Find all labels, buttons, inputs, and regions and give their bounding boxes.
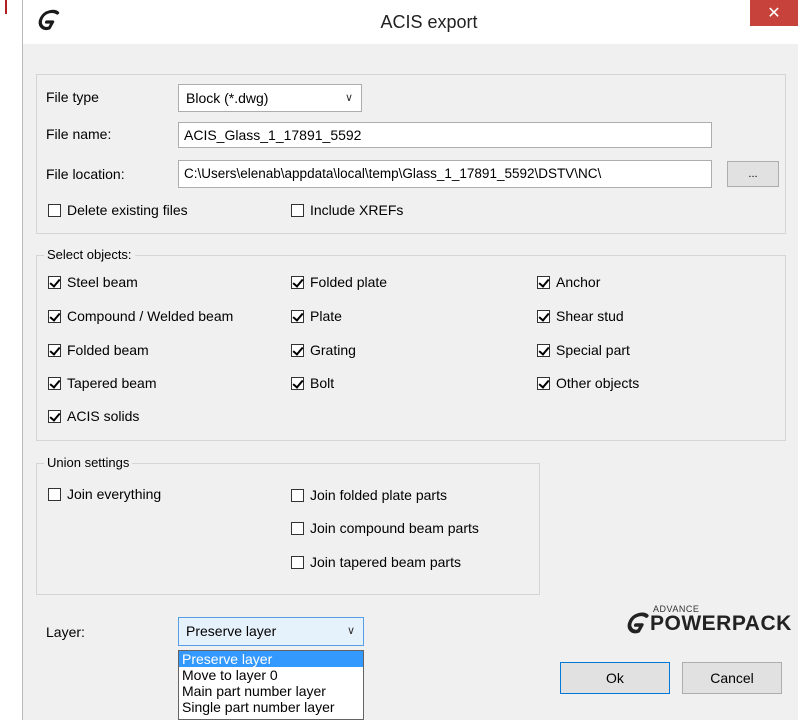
checkbox-label: Join compound beam parts xyxy=(310,520,479,536)
cancel-button[interactable]: Cancel xyxy=(682,662,782,694)
checkbox-box xyxy=(291,309,304,323)
checkbox-box xyxy=(537,275,550,289)
checkbox-box xyxy=(537,343,550,357)
plate-checkbox[interactable]: Plate xyxy=(291,308,342,324)
steel-beam-checkbox[interactable]: Steel beam xyxy=(48,274,138,290)
checkbox-label: Tapered beam xyxy=(67,375,157,391)
file-type-label: File type xyxy=(46,89,99,105)
checkbox-label: Anchor xyxy=(556,274,601,290)
checkbox-label: Plate xyxy=(310,308,342,324)
layer-dropdown-list: Preserve layer Move to layer 0 Main part… xyxy=(178,650,364,720)
anchor-checkbox[interactable]: Anchor xyxy=(537,274,600,290)
chevron-down-icon: ∨ xyxy=(344,92,353,104)
file-name-input[interactable]: ACIS_Glass_1_17891_5592 xyxy=(178,122,712,148)
checkbox-label: Folded beam xyxy=(67,342,149,358)
delete-existing-checkbox[interactable]: Delete existing files xyxy=(48,202,188,218)
acis-solids-checkbox[interactable]: ACIS solids xyxy=(48,408,139,424)
checkbox-label: Compound / Welded beam xyxy=(67,308,234,324)
file-location-label: File location: xyxy=(46,166,125,182)
checkbox-box xyxy=(291,203,304,217)
file-location-input[interactable]: C:\Users\elenab\appdata\local\temp\Glass… xyxy=(178,160,712,188)
checkbox-box xyxy=(291,488,304,502)
join-compound-beam-parts-checkbox[interactable]: Join compound beam parts xyxy=(291,520,479,536)
tapered-beam-checkbox[interactable]: Tapered beam xyxy=(48,375,157,391)
checkbox-box xyxy=(48,309,61,323)
checkbox-box xyxy=(48,376,61,390)
checkbox-box xyxy=(291,555,304,569)
include-xrefs-label: Include XREFs xyxy=(310,202,404,218)
checkbox-box xyxy=(48,343,61,357)
brand-big-text: POWERPACK xyxy=(650,612,792,635)
checkbox-box xyxy=(291,521,304,535)
advance-powerpack-logo: ADVANCE POWERPACK xyxy=(620,604,792,640)
checkbox-label: ACIS solids xyxy=(67,408,140,424)
checkbox-box xyxy=(291,343,304,357)
other-objects-checkbox[interactable]: Other objects xyxy=(537,375,639,391)
bolt-checkbox[interactable]: Bolt xyxy=(291,375,334,391)
checkbox-label: Join tapered beam parts xyxy=(310,554,461,570)
join-tapered-beam-parts-checkbox[interactable]: Join tapered beam parts xyxy=(291,554,461,570)
checkbox-box xyxy=(291,376,304,390)
select-objects-legend: Select objects: xyxy=(44,248,135,262)
special-part-checkbox[interactable]: Special part xyxy=(537,342,630,358)
ok-button[interactable]: Ok xyxy=(560,662,670,694)
layer-option-preserve[interactable]: Preserve layer xyxy=(179,651,363,667)
checkbox-box xyxy=(48,487,61,501)
layer-option-single-part-number[interactable]: Single part number layer xyxy=(179,699,363,715)
file-type-select[interactable]: Block (*.dwg) ∨ xyxy=(178,84,362,112)
layer-value: Preserve layer xyxy=(186,623,277,639)
checkbox-box xyxy=(48,203,61,217)
layer-select[interactable]: Preserve layer ∨ xyxy=(178,617,364,646)
checkbox-label: Grating xyxy=(310,342,356,358)
close-button[interactable]: ✕ xyxy=(750,0,798,26)
powerpack-g-icon xyxy=(627,612,649,634)
checkbox-label: Join everything xyxy=(67,486,162,502)
layer-option-move-to-0[interactable]: Move to layer 0 xyxy=(179,667,363,683)
checkbox-box xyxy=(537,309,550,323)
checkbox-label: Other objects xyxy=(556,375,640,391)
union-settings-legend: Union settings xyxy=(44,456,133,470)
checkbox-box xyxy=(48,275,61,289)
browse-button[interactable]: ... xyxy=(727,161,779,187)
join-everything-checkbox[interactable]: Join everything xyxy=(48,486,161,502)
window-title: ACIS export xyxy=(380,12,478,32)
checkbox-label: Steel beam xyxy=(67,274,138,290)
checkbox-label: Special part xyxy=(556,342,630,358)
checkbox-label: Folded plate xyxy=(310,274,388,290)
include-xrefs-checkbox[interactable]: Include XREFs xyxy=(291,202,403,218)
shear-stud-checkbox[interactable]: Shear stud xyxy=(537,308,624,324)
folded-plate-checkbox[interactable]: Folded plate xyxy=(291,274,387,290)
grating-checkbox[interactable]: Grating xyxy=(291,342,356,358)
checkbox-label: Bolt xyxy=(310,375,335,391)
checkbox-label: Shear stud xyxy=(556,308,624,324)
compound-welded-beam-checkbox[interactable]: Compound / Welded beam xyxy=(48,308,233,324)
checkbox-box xyxy=(48,409,61,423)
join-folded-plate-parts-checkbox[interactable]: Join folded plate parts xyxy=(291,487,447,503)
layer-option-main-part-number[interactable]: Main part number layer xyxy=(179,683,363,699)
delete-existing-label: Delete existing files xyxy=(67,202,188,218)
file-name-label: File name: xyxy=(46,126,112,142)
file-type-value: Block (*.dwg) xyxy=(186,90,269,106)
layer-label: Layer: xyxy=(46,624,85,640)
folded-beam-checkbox[interactable]: Folded beam xyxy=(48,342,149,358)
checkbox-label: Join folded plate parts xyxy=(310,487,447,503)
chevron-down-icon: ∨ xyxy=(346,625,355,637)
checkbox-box xyxy=(537,376,550,390)
checkbox-box xyxy=(291,275,304,289)
